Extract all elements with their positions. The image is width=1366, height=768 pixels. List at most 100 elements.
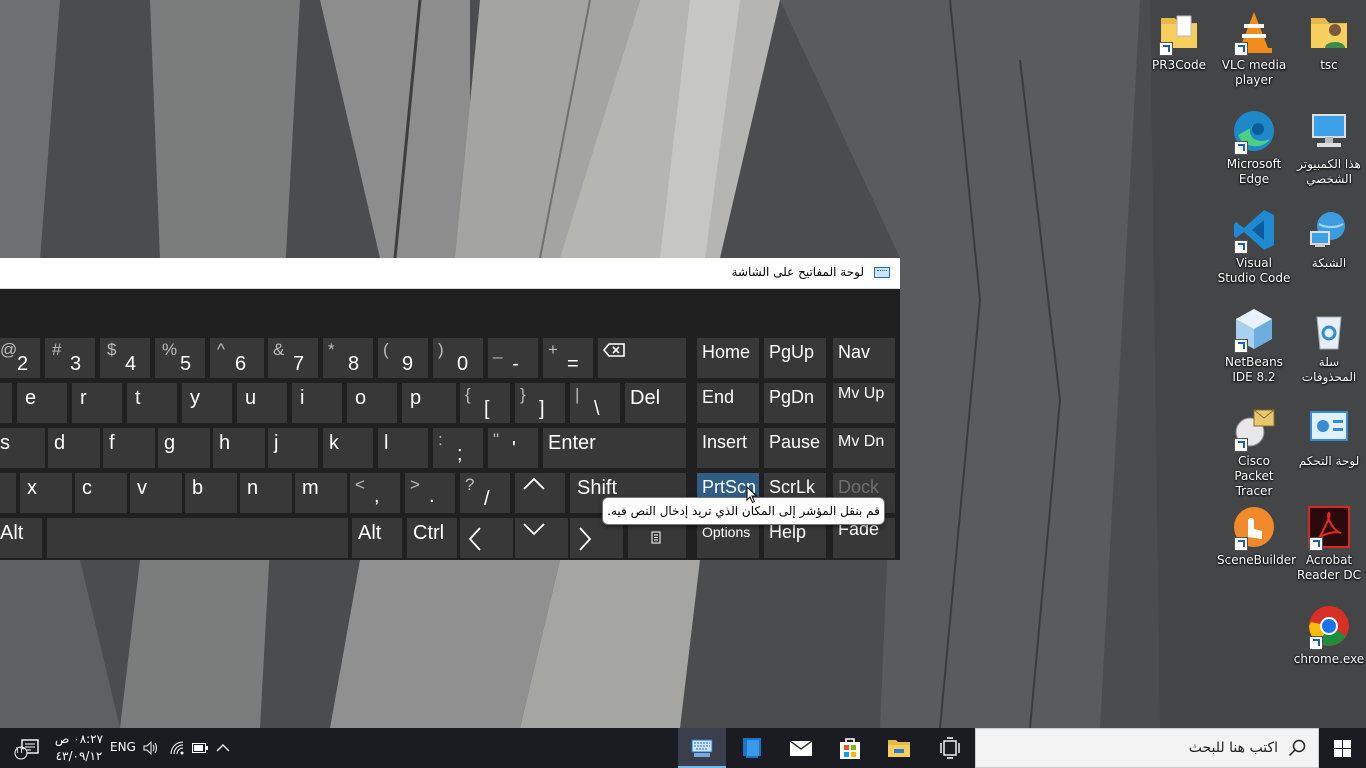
- desktop-icon-packet-tracer[interactable]: Cisco Packet Tracer: [1217, 396, 1291, 498]
- key-e[interactable]: e: [17, 383, 67, 423]
- key-enter[interactable]: Enter: [543, 428, 686, 468]
- desktop-icon-vlc[interactable]: VLC media player: [1217, 0, 1291, 96]
- osk-title: لوحة المفاتيح على الشاشة: [731, 265, 865, 279]
- key-z[interactable]: [0, 473, 16, 513]
- start-button[interactable]: [1319, 728, 1366, 768]
- this-pc-icon: [1312, 114, 1346, 147]
- key-end[interactable]: End: [697, 383, 759, 423]
- key-o[interactable]: o: [347, 383, 397, 423]
- key-y[interactable]: y: [182, 383, 232, 423]
- desktop-icon-label: الشبكة: [1311, 256, 1347, 270]
- volume-icon[interactable]: [143, 741, 159, 755]
- osk-title-bar[interactable]: لوحة المفاتيح على الشاشة: [0, 258, 900, 289]
- key-g[interactable]: g: [158, 428, 210, 468]
- notification-center-button[interactable]: ١٣: [14, 738, 44, 760]
- show-hidden-icons-chevron-icon[interactable]: [216, 743, 230, 752]
- desktop-icon-network[interactable]: الشبكة: [1292, 198, 1366, 294]
- desktop-icon-vscode[interactable]: Visual Studio Code: [1217, 198, 1291, 294]
- desktop-icon-tsc[interactable]: tsc: [1292, 0, 1366, 96]
- desktop-icon-scenebuilder[interactable]: SceneBuilder: [1217, 495, 1296, 591]
- key-home[interactable]: Home: [697, 338, 759, 378]
- key-close-bracket[interactable]: }]: [515, 383, 565, 423]
- key-quote[interactable]: " ': [488, 428, 538, 468]
- key-semicolon[interactable]: :;: [433, 428, 483, 468]
- key-open-bracket[interactable]: {[: [460, 383, 510, 423]
- battery-icon[interactable]: [192, 743, 208, 753]
- key-equals[interactable]: + =: [543, 338, 593, 378]
- taskbar-search-box[interactable]: اكتب هنا للبحث: [975, 728, 1319, 768]
- key-0[interactable]: ) 0: [433, 338, 483, 378]
- key-period[interactable]: >.: [405, 473, 455, 513]
- key-mv-dn[interactable]: Mv Dn: [833, 428, 895, 468]
- key-r[interactable]: r: [72, 383, 122, 423]
- key-slash[interactable]: ? /: [460, 473, 510, 513]
- key-7[interactable]: & 7: [268, 338, 318, 378]
- key-j[interactable]: j: [268, 428, 318, 468]
- user-folder-icon: [1311, 18, 1347, 48]
- key-9[interactable]: (9: [378, 338, 428, 378]
- key-arrow-up[interactable]: [515, 473, 565, 513]
- key-t[interactable]: t: [127, 383, 177, 423]
- key-f[interactable]: f: [103, 428, 155, 468]
- key-backspace[interactable]: [598, 338, 686, 378]
- desktop-icon-netbeans[interactable]: NetBeans IDE 8.2: [1217, 297, 1291, 393]
- key-4[interactable]: $4: [100, 338, 150, 378]
- taskbar-mail[interactable]: [777, 728, 825, 768]
- taskbar-store[interactable]: [826, 728, 874, 768]
- taskbar-osk-app[interactable]: [678, 728, 726, 768]
- key-mv-up[interactable]: Mv Up: [833, 383, 895, 423]
- key-k[interactable]: k: [323, 428, 373, 468]
- key-n[interactable]: n: [240, 473, 292, 513]
- key-backslash[interactable]: | \: [570, 383, 620, 423]
- desktop-icon-label: هذا الكمبيوتر الشخصي: [1297, 157, 1361, 186]
- key-h[interactable]: h: [213, 428, 265, 468]
- clock[interactable]: ٠٨:٢٧ ص ٤٣/٠٩/١٢: [54, 731, 104, 765]
- key-pgup[interactable]: PgUp: [764, 338, 826, 378]
- mouse-cursor-icon: [746, 486, 758, 504]
- desktop-icon-edge[interactable]: Microsoft Edge: [1217, 99, 1291, 195]
- desktop-icon-acrobat[interactable]: Acrobat Reader DC: [1292, 495, 1366, 591]
- key-minus[interactable]: _ -: [488, 338, 538, 378]
- key-insert[interactable]: Insert: [697, 428, 759, 468]
- key-nav[interactable]: Nav: [833, 338, 895, 378]
- taskbar-task-view[interactable]: [926, 728, 974, 768]
- key-u[interactable]: u: [237, 383, 287, 423]
- desktop-icon-pr3code[interactable]: PR3Code: [1142, 0, 1216, 96]
- key-del[interactable]: Del: [625, 383, 686, 423]
- desktop-icon-label: Visual Studio Code: [1217, 256, 1291, 285]
- key-w[interactable]: [0, 383, 12, 423]
- key-c[interactable]: c: [75, 473, 127, 513]
- key-ctrl[interactable]: Ctrl: [407, 518, 457, 558]
- key-v[interactable]: v: [130, 473, 182, 513]
- key-pause[interactable]: Pause: [764, 428, 826, 468]
- key-arrow-down[interactable]: [515, 518, 568, 558]
- key-6[interactable]: ^ 6: [210, 338, 264, 378]
- key-d[interactable]: d: [48, 428, 100, 468]
- key-comma[interactable]: <,: [350, 473, 400, 513]
- key-arrow-left[interactable]: [460, 518, 513, 558]
- desktop-icon-this-pc[interactable]: هذا الكمبيوتر الشخصي: [1292, 99, 1366, 195]
- key-alt-right[interactable]: Alt: [352, 518, 402, 558]
- taskbar-blue-app[interactable]: [728, 728, 776, 768]
- key-5[interactable]: % 5: [155, 338, 205, 378]
- key-l[interactable]: l: [378, 428, 428, 468]
- key-pgdn[interactable]: PgDn: [764, 383, 826, 423]
- key-i[interactable]: i: [292, 383, 342, 423]
- key-m[interactable]: m: [295, 473, 347, 513]
- desktop-icon-recycle-bin[interactable]: سلة المحذوفات: [1292, 297, 1366, 393]
- wifi-icon[interactable]: [170, 741, 186, 755]
- key-x[interactable]: x: [20, 473, 72, 513]
- key-b[interactable]: b: [185, 473, 237, 513]
- search-icon: [1288, 739, 1306, 757]
- taskbar-file-explorer[interactable]: [875, 728, 923, 768]
- key-alt-left[interactable]: Alt: [0, 518, 42, 558]
- key-3[interactable]: #3: [45, 338, 95, 378]
- language-indicator[interactable]: ENG: [110, 740, 136, 754]
- key-8[interactable]: * 8: [323, 338, 373, 378]
- desktop-icon-control-panel[interactable]: لوحة التحكم: [1292, 396, 1366, 492]
- key-2[interactable]: @2: [0, 338, 40, 378]
- key-space[interactable]: [47, 518, 348, 558]
- key-p[interactable]: p: [402, 383, 456, 423]
- desktop-icon-chrome[interactable]: chrome.exe: [1292, 594, 1366, 690]
- key-s[interactable]: s: [0, 428, 45, 468]
